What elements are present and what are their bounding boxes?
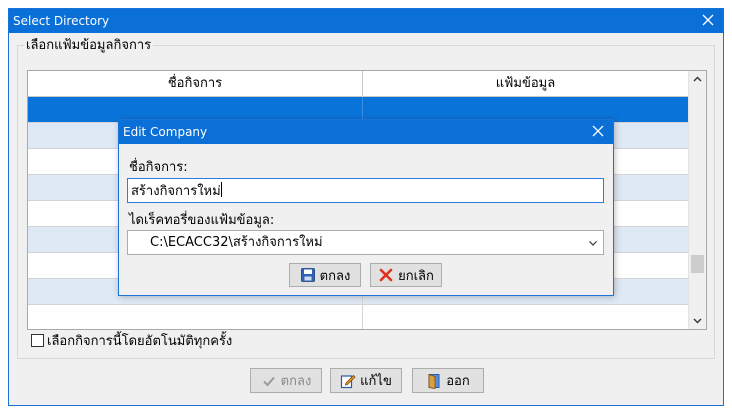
chevron-down-icon[interactable] [587, 237, 599, 249]
group-label: เลือกแฟ้มข้อมูลกิจการ [24, 38, 154, 54]
scroll-down-icon[interactable] [689, 312, 706, 329]
floppy-disk-icon [300, 268, 315, 282]
window-title: Select Directory [13, 14, 110, 28]
dialog-cancel-label: ยกเลิก [398, 268, 434, 284]
dialog-titlebar[interactable]: Edit Company [119, 120, 613, 144]
data-directory-label: ไดเร็คทอรี่ของแฟ้มข้อมูล: [129, 213, 275, 228]
data-directory-select[interactable]: C:\ECACC32\สร้างกิจการใหม่ [127, 230, 604, 255]
checkmark-icon [262, 376, 275, 386]
grid-vertical-scrollbar[interactable] [688, 71, 706, 329]
edit-button[interactable]: แก้ไข [330, 368, 402, 393]
text-caret [220, 182, 222, 197]
exit-button[interactable]: ออก [412, 368, 484, 393]
edit-button-label: แก้ไข [360, 374, 392, 389]
dialog-cancel-button[interactable]: ยกเลิก [370, 263, 442, 287]
company-name-value: สร้างกิจการใหม่ [131, 184, 221, 199]
column-header-company-name[interactable]: ชื่อกิจการ [28, 71, 363, 97]
ok-button[interactable]: ตกลง [250, 368, 322, 393]
ok-button-label: ตกลง [280, 374, 312, 389]
column-header-data-folder[interactable]: แฟ้มข้อมูล [363, 71, 688, 97]
table-row[interactable] [28, 305, 688, 329]
data-directory-value: C:\ECACC32\สร้างกิจการใหม่ [150, 235, 323, 250]
auto-select-label: เลือกกิจการนี้โดยอัตโนมัติทุกครั้ง [47, 333, 233, 349]
dialog-ok-label: ตกลง [319, 268, 351, 284]
scroll-thumb[interactable] [691, 255, 704, 273]
close-icon[interactable] [589, 122, 607, 140]
exit-button-label: ออก [446, 374, 470, 389]
red-x-icon [379, 268, 393, 282]
auto-select-checkbox[interactable] [31, 333, 44, 347]
edit-company-dialog: Edit Company ชื่อกิจการ: สร้างกิจการใหม่… [118, 119, 614, 296]
close-icon[interactable] [699, 11, 717, 29]
grid-header: ชื่อกิจการ แฟ้มข้อมูล [28, 71, 688, 97]
window-titlebar[interactable]: Select Directory [9, 9, 723, 33]
dialog-ok-button[interactable]: ตกลง [289, 263, 361, 287]
data-folder-cell [363, 305, 688, 329]
pencil-icon [341, 374, 356, 388]
company-name-input[interactable]: สร้างกิจการใหม่ [127, 178, 604, 203]
dialog-title: Edit Company [123, 125, 208, 139]
auto-select-option[interactable]: เลือกกิจการนี้โดยอัตโนมัติทุกครั้ง [31, 331, 232, 349]
company-name-cell [28, 305, 363, 329]
scroll-up-icon[interactable] [689, 71, 706, 88]
door-exit-icon [428, 373, 440, 389]
company-name-label: ชื่อกิจการ: [129, 160, 188, 175]
